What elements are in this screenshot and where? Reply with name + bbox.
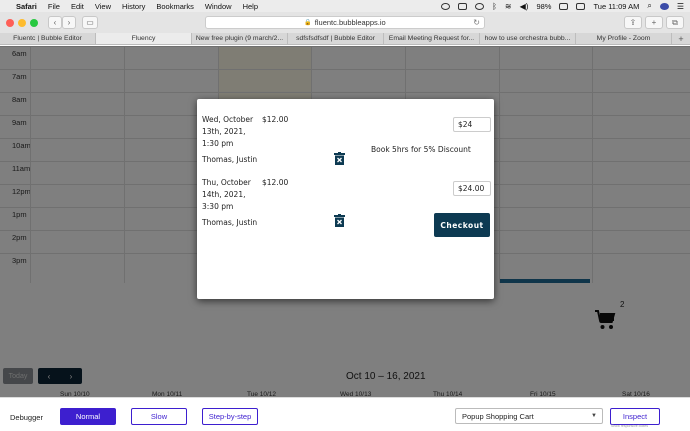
time-machine-icon[interactable] bbox=[475, 2, 485, 10]
close-window-button[interactable] bbox=[6, 18, 14, 27]
minimize-window-button[interactable] bbox=[18, 18, 26, 27]
delete-item-trash-icon[interactable] bbox=[334, 214, 345, 227]
sidebar-toggle-button[interactable]: ▭ bbox=[82, 16, 98, 29]
history-nav: ‹ › bbox=[48, 16, 76, 29]
zoom-window-button[interactable] bbox=[30, 18, 38, 27]
inspect-button[interactable]: Inspect bbox=[610, 408, 660, 425]
menu-help[interactable]: Help bbox=[243, 2, 258, 11]
total-amount-field[interactable]: $24.00 bbox=[453, 181, 491, 196]
tab-fluency[interactable]: Fluency bbox=[96, 33, 192, 44]
share-button[interactable]: ⇪ bbox=[624, 16, 642, 29]
menu-bookmarks[interactable]: Bookmarks bbox=[156, 2, 194, 11]
menu-history[interactable]: History bbox=[122, 2, 145, 11]
back-button[interactable]: ‹ bbox=[48, 16, 62, 29]
battery-percent[interactable]: 98% bbox=[536, 2, 551, 11]
address-bar[interactable]: 🔒 fluentc.bubbleapps.io ↻ bbox=[205, 16, 485, 29]
slow-mode-button[interactable]: Slow bbox=[131, 408, 187, 425]
search-icon[interactable]: ⌕ bbox=[647, 1, 651, 11]
display-icon[interactable] bbox=[458, 2, 468, 10]
tab-sdfsfsdfsdf[interactable]: sdfsfsdfsdf | Bubble Editor bbox=[288, 33, 384, 44]
window-controls bbox=[6, 18, 38, 27]
status-circle-icon[interactable] bbox=[441, 2, 451, 10]
shopping-cart-popup: Wed, October 13th, 2021, 1:30 pm $12.00 … bbox=[197, 99, 494, 299]
debugger-label: Debugger bbox=[10, 413, 43, 422]
cart-item-price: $12.00 bbox=[262, 178, 289, 187]
checkout-button[interactable]: Checkout bbox=[434, 213, 490, 237]
menu-window[interactable]: Window bbox=[205, 2, 232, 11]
tab-overview-button[interactable]: ⧉ bbox=[666, 16, 684, 29]
menu-file[interactable]: File bbox=[48, 2, 60, 11]
cart-item-date: Thu, October 14th, 2021, 3:30 pm bbox=[202, 178, 251, 211]
tab-bar: Fluentc | Bubble Editor Fluency New free… bbox=[0, 33, 690, 45]
wifi-icon[interactable]: ≋ bbox=[505, 2, 512, 11]
forward-button[interactable]: › bbox=[62, 16, 76, 29]
reload-icon[interactable]: ↻ bbox=[473, 18, 480, 27]
cart-item-date: Wed, October 13th, 2021, 1:30 pm bbox=[202, 115, 254, 148]
lock-icon: 🔒 bbox=[304, 20, 312, 26]
menu-view[interactable]: View bbox=[95, 2, 111, 11]
tab-new-free-plugin[interactable]: New free plugin (9 march/2... bbox=[192, 33, 288, 44]
new-tab-button[interactable]: + bbox=[645, 16, 663, 29]
clock[interactable]: Tue 11:09 AM bbox=[593, 2, 639, 11]
subtotal-amount-field[interactable]: $24 bbox=[453, 117, 491, 132]
menu-edit[interactable]: Edit bbox=[71, 2, 84, 11]
browser-toolbar: ‹ › ▭ 🔒 fluentc.bubbleapps.io ↻ ⇪ + ⧉ bbox=[0, 12, 690, 33]
element-select-value: Popup Shopping Cart bbox=[462, 411, 534, 421]
flag-icon[interactable] bbox=[576, 2, 586, 10]
cart-item-price: $12.00 bbox=[262, 115, 289, 124]
step-by-step-button[interactable]: Step-by-step bbox=[202, 408, 258, 425]
volume-icon[interactable]: ◀) bbox=[520, 2, 529, 11]
cart-item-person: Thomas, Justin bbox=[202, 155, 258, 164]
tab-email-meeting[interactable]: Email Meeting Request for... bbox=[384, 33, 480, 44]
cart-item-person: Thomas, Justin bbox=[202, 218, 258, 227]
menu-app-safari[interactable]: Safari bbox=[16, 2, 37, 11]
discount-promo-text: Book 5hrs for 5% Discount bbox=[371, 145, 471, 154]
element-select[interactable]: Popup Shopping Cart ▼ bbox=[455, 408, 603, 424]
url-text: fluentc.bubbleapps.io bbox=[314, 18, 386, 27]
battery-icon[interactable] bbox=[559, 2, 569, 10]
user-avatar-icon[interactable] bbox=[659, 2, 669, 10]
tab-bubble-editor[interactable]: Fluentc | Bubble Editor bbox=[0, 33, 96, 44]
chevron-down-icon: ▼ bbox=[591, 413, 597, 419]
delete-item-trash-icon[interactable] bbox=[334, 152, 345, 165]
notification-center-icon[interactable]: ☰ bbox=[677, 2, 684, 11]
debugger-bar: Debugger Normal Slow Step-by-step Popup … bbox=[0, 397, 690, 431]
bluetooth-icon[interactable]: ᛒ bbox=[492, 2, 497, 11]
tab-zoom-profile[interactable]: My Profile - Zoom bbox=[576, 33, 672, 44]
add-tab-icon[interactable]: + bbox=[672, 33, 690, 44]
tab-orchestra[interactable]: how to use orchestra bubb... bbox=[480, 33, 576, 44]
responsive-boxes-hint[interactable]: Show responsive boxes bbox=[611, 424, 648, 428]
normal-mode-button[interactable]: Normal bbox=[60, 408, 116, 425]
macos-menubar: Safari File Edit View History Bookmarks … bbox=[0, 0, 690, 12]
